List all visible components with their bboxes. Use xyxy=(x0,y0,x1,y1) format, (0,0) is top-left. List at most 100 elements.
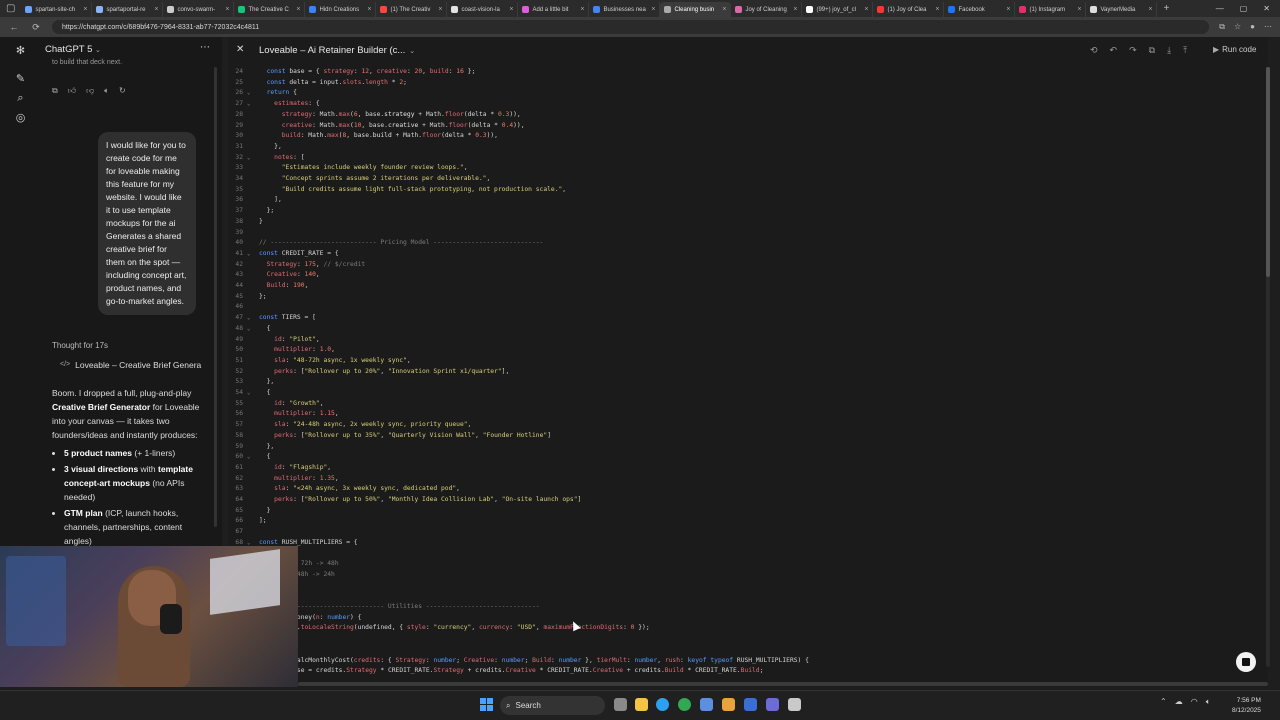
browser-tab[interactable]: Businesses nea × xyxy=(589,2,661,17)
stop-generating-button[interactable] xyxy=(1236,652,1256,672)
volume-icon[interactable]: 🔈︎ xyxy=(1206,697,1211,707)
close-tab-icon[interactable]: × xyxy=(1077,6,1081,13)
browser-tab[interactable]: Cleaning busin × xyxy=(660,2,732,17)
back-icon[interactable]: ← xyxy=(8,22,20,32)
tab-actions-icon[interactable]: ▢ xyxy=(0,3,21,14)
chat-scrollbar[interactable] xyxy=(214,67,217,527)
app-icon[interactable] xyxy=(722,698,735,711)
line-number: 31 xyxy=(235,142,243,150)
file-explorer-icon[interactable] xyxy=(635,698,648,711)
minimize-icon[interactable]: — xyxy=(1216,4,1224,13)
close-tab-icon[interactable]: × xyxy=(367,6,371,13)
url-field[interactable]: https://chatgpt.com/c/689bf476-7964-8331… xyxy=(52,20,1210,34)
regenerate-icon[interactable]: ↻ xyxy=(119,86,126,96)
new-chat-icon[interactable]: ✎ xyxy=(14,73,27,86)
close-tab-icon[interactable]: × xyxy=(83,6,87,13)
close-tab-icon[interactable]: × xyxy=(1006,6,1010,13)
app-icon[interactable] xyxy=(744,698,757,711)
line-number: 40 xyxy=(235,239,243,247)
new-tab-icon[interactable]: + xyxy=(1157,3,1175,14)
browser-tab[interactable]: Joy of Cleaning × xyxy=(731,2,803,17)
thought-label[interactable]: Thought for 17s xyxy=(52,341,108,350)
browser-tab[interactable]: Add a little bit × xyxy=(518,2,590,17)
horizontal-scrollbar[interactable] xyxy=(298,682,1268,686)
code-line: 60 ⌄ { xyxy=(228,452,1258,463)
maximize-icon[interactable]: ▢ xyxy=(1240,4,1248,13)
scrollbar-thumb[interactable] xyxy=(1266,67,1270,277)
browser-tab[interactable]: VaynerMedia × xyxy=(1086,2,1158,17)
profile-icon[interactable]: ● xyxy=(1250,22,1255,32)
menu-icon[interactable]: ⋯ xyxy=(1264,22,1272,32)
code-editor[interactable]: 24 const base = { strategy: 12, creative… xyxy=(228,67,1258,679)
start-icon[interactable] xyxy=(480,698,493,711)
store-icon[interactable] xyxy=(700,698,713,711)
copy-icon[interactable]: ⧉ xyxy=(1149,45,1155,56)
share-icon[interactable]: ⤒ xyxy=(1183,45,1187,56)
browser-tab[interactable]: The Creative C × xyxy=(234,2,306,17)
close-tab-icon[interactable]: × xyxy=(1148,6,1152,13)
browser-tab[interactable]: (1) Instagram × xyxy=(1015,2,1087,17)
close-tab-icon[interactable]: × xyxy=(296,6,300,13)
close-tab-icon[interactable]: × xyxy=(722,6,726,13)
fold-chevron-icon[interactable]: ⌄ xyxy=(247,99,250,110)
browser-tab[interactable]: (99+) joy_of_cl × xyxy=(802,2,874,17)
favorite-icon[interactable]: ☆ xyxy=(1234,22,1241,32)
task-view-icon[interactable] xyxy=(614,698,627,711)
canvas-title[interactable]: Loveable – Ai Retainer Builder (c... ⌄ xyxy=(259,45,415,56)
close-tab-icon[interactable]: × xyxy=(154,6,158,13)
code-scrollbar[interactable] xyxy=(1266,67,1270,667)
clock[interactable]: 7:56 PM 8/12/2025 xyxy=(1232,696,1261,716)
fold-chevron-icon[interactable]: ⌄ xyxy=(247,88,250,99)
reload-icon[interactable]: ⟳ xyxy=(30,22,42,33)
browser-tab[interactable]: spartaportal-re × xyxy=(92,2,164,17)
browser-tab[interactable]: spartan-site-ch × xyxy=(21,2,93,17)
close-tab-icon[interactable]: × xyxy=(864,6,868,13)
browser-tab[interactable]: coast-vision-la × xyxy=(447,2,519,17)
close-tab-icon[interactable]: × xyxy=(651,6,655,13)
thumbs-down-icon[interactable]: 👎︎ xyxy=(86,86,94,96)
fold-chevron-icon[interactable]: ⌄ xyxy=(247,153,250,164)
history-icon[interactable]: ⟲ xyxy=(1090,45,1098,56)
browser-tab[interactable]: convo-swarm- × xyxy=(163,2,235,17)
chevron-up-icon[interactable]: ⌃ xyxy=(1160,697,1167,707)
close-tab-icon[interactable]: × xyxy=(793,6,797,13)
fold-chevron-icon[interactable]: ⌄ xyxy=(247,313,250,324)
search-icon[interactable]: ⌕ xyxy=(14,92,27,105)
tab-label: Facebook xyxy=(958,6,985,13)
chrome-icon[interactable] xyxy=(678,698,691,711)
close-icon[interactable]: ✕ xyxy=(236,44,244,55)
copy-icon[interactable]: ⧉ xyxy=(52,86,58,96)
edge-icon[interactable] xyxy=(656,698,669,711)
close-tab-icon[interactable]: × xyxy=(580,6,584,13)
close-tab-icon[interactable]: × xyxy=(438,6,442,13)
close-tab-icon[interactable]: × xyxy=(509,6,513,13)
close-window-icon[interactable]: ✕ xyxy=(1263,4,1270,13)
read-aloud-icon[interactable]: 🔈︎ xyxy=(104,86,109,96)
browser-tab[interactable]: Hidn Creations × xyxy=(305,2,377,17)
browser-tab[interactable]: (1) The Creativ × xyxy=(376,2,448,17)
more-options-icon[interactable]: ⋯ xyxy=(200,42,210,53)
taskbar-search[interactable]: ⌕ Search xyxy=(500,696,605,715)
app-icon[interactable] xyxy=(766,698,779,711)
redo-icon[interactable]: ↷ xyxy=(1129,45,1137,56)
fold-chevron-icon[interactable]: ⌄ xyxy=(247,249,250,260)
model-selector[interactable]: ChatGPT 5 ⌄ xyxy=(45,44,101,55)
cloud-icon[interactable]: ☁ xyxy=(1175,697,1183,707)
run-code-button[interactable]: ▶ Run code xyxy=(1213,45,1256,54)
chatgpt-logo-icon[interactable]: ✻ xyxy=(14,45,27,58)
library-icon[interactable]: ◎ xyxy=(14,112,27,125)
download-icon[interactable]: ⤓ xyxy=(1167,45,1171,56)
fold-chevron-icon[interactable]: ⌄ xyxy=(247,388,250,399)
wifi-icon[interactable]: ◠ xyxy=(1191,697,1198,707)
canvas-artifact-link[interactable]: </> Loveable – Creative Brief Genera xyxy=(52,356,212,373)
app-icon[interactable] xyxy=(788,698,801,711)
fold-chevron-icon[interactable]: ⌄ xyxy=(247,452,250,463)
undo-icon[interactable]: ↶ xyxy=(1110,45,1118,56)
browser-tab[interactable]: Facebook × xyxy=(944,2,1016,17)
fold-chevron-icon[interactable]: ⌄ xyxy=(247,324,250,335)
close-tab-icon[interactable]: × xyxy=(225,6,229,13)
extensions-icon[interactable]: ⧉ xyxy=(1219,22,1225,32)
close-tab-icon[interactable]: × xyxy=(935,6,939,13)
thumbs-up-icon[interactable]: 👍︎ xyxy=(68,86,76,96)
browser-tab[interactable]: (1) Joy of Clea × xyxy=(873,2,945,17)
